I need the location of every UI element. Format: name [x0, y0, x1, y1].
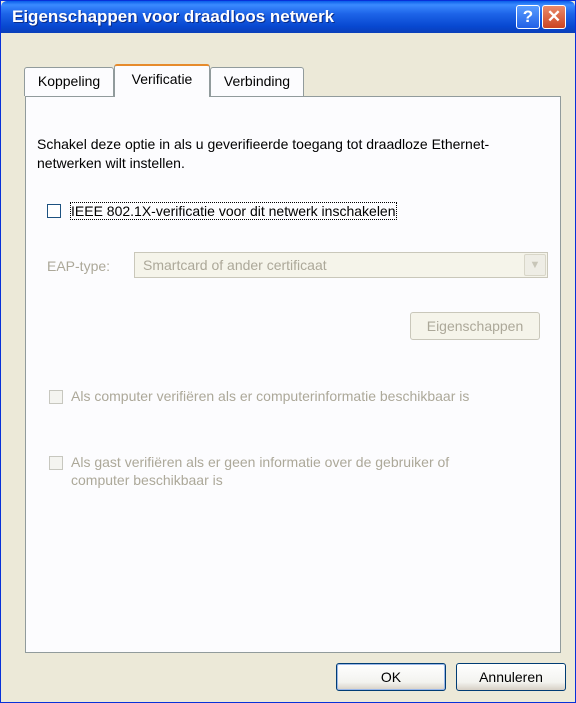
eap-type-value: Smartcard of ander certificaat [143, 257, 327, 273]
ieee-8021x-checkbox[interactable] [47, 204, 61, 218]
close-glyph: ✕ [546, 7, 562, 26]
verification-description: Schakel deze optie in als u geverifieerd… [37, 136, 490, 171]
tab-verbinding[interactable]: Verbinding [210, 67, 304, 96]
guest-auth-checkbox-label-line2[interactable]: computer beschikbaar is [71, 472, 223, 488]
title-bar[interactable]: Eigenschappen voor draadloos netwerk ? ✕ [1, 1, 575, 33]
chevron-down-icon[interactable]: ▼ [524, 254, 546, 276]
tab-verificatie[interactable]: Verificatie [114, 64, 210, 97]
computer-auth-checkbox[interactable] [49, 390, 63, 404]
help-icon[interactable]: ? [516, 5, 540, 29]
computer-auth-checkbox-label[interactable]: Als computer verifiëren als er computeri… [71, 388, 469, 404]
tab-verbinding-label: Verbinding [223, 73, 291, 89]
guest-auth-checkbox[interactable] [49, 456, 63, 470]
properties-button-label: Eigenschappen [426, 318, 524, 334]
guest-auth-checkbox-label-line1[interactable]: Als gast verifiëren als er geen informat… [71, 454, 449, 470]
tab-verificatie-label: Verificatie [131, 71, 193, 87]
ok-button[interactable]: OK [336, 663, 446, 691]
ieee-8021x-checkbox-label[interactable]: IEEE 802.1X-verificatie voor dit netwerk… [70, 202, 397, 220]
window-title: Eigenschappen voor draadloos netwerk [12, 7, 335, 26]
tab-panel-verificatie [25, 96, 561, 653]
properties-button[interactable]: Eigenschappen [410, 312, 540, 340]
close-icon[interactable]: ✕ [542, 5, 566, 29]
cancel-button[interactable]: Annuleren [456, 663, 566, 691]
cancel-button-label: Annuleren [479, 669, 543, 685]
ok-button-label: OK [380, 669, 402, 685]
eap-type-label: EAP-type: [47, 258, 111, 274]
eap-type-select[interactable]: Smartcard of ander certificaat ▼ [134, 252, 548, 278]
tab-koppeling[interactable]: Koppeling [24, 67, 114, 96]
help-glyph: ? [522, 7, 534, 26]
properties-dialog: Eigenschappen voor draadloos netwerk ? ✕… [0, 0, 576, 703]
tab-koppeling-label: Koppeling [37, 73, 101, 89]
